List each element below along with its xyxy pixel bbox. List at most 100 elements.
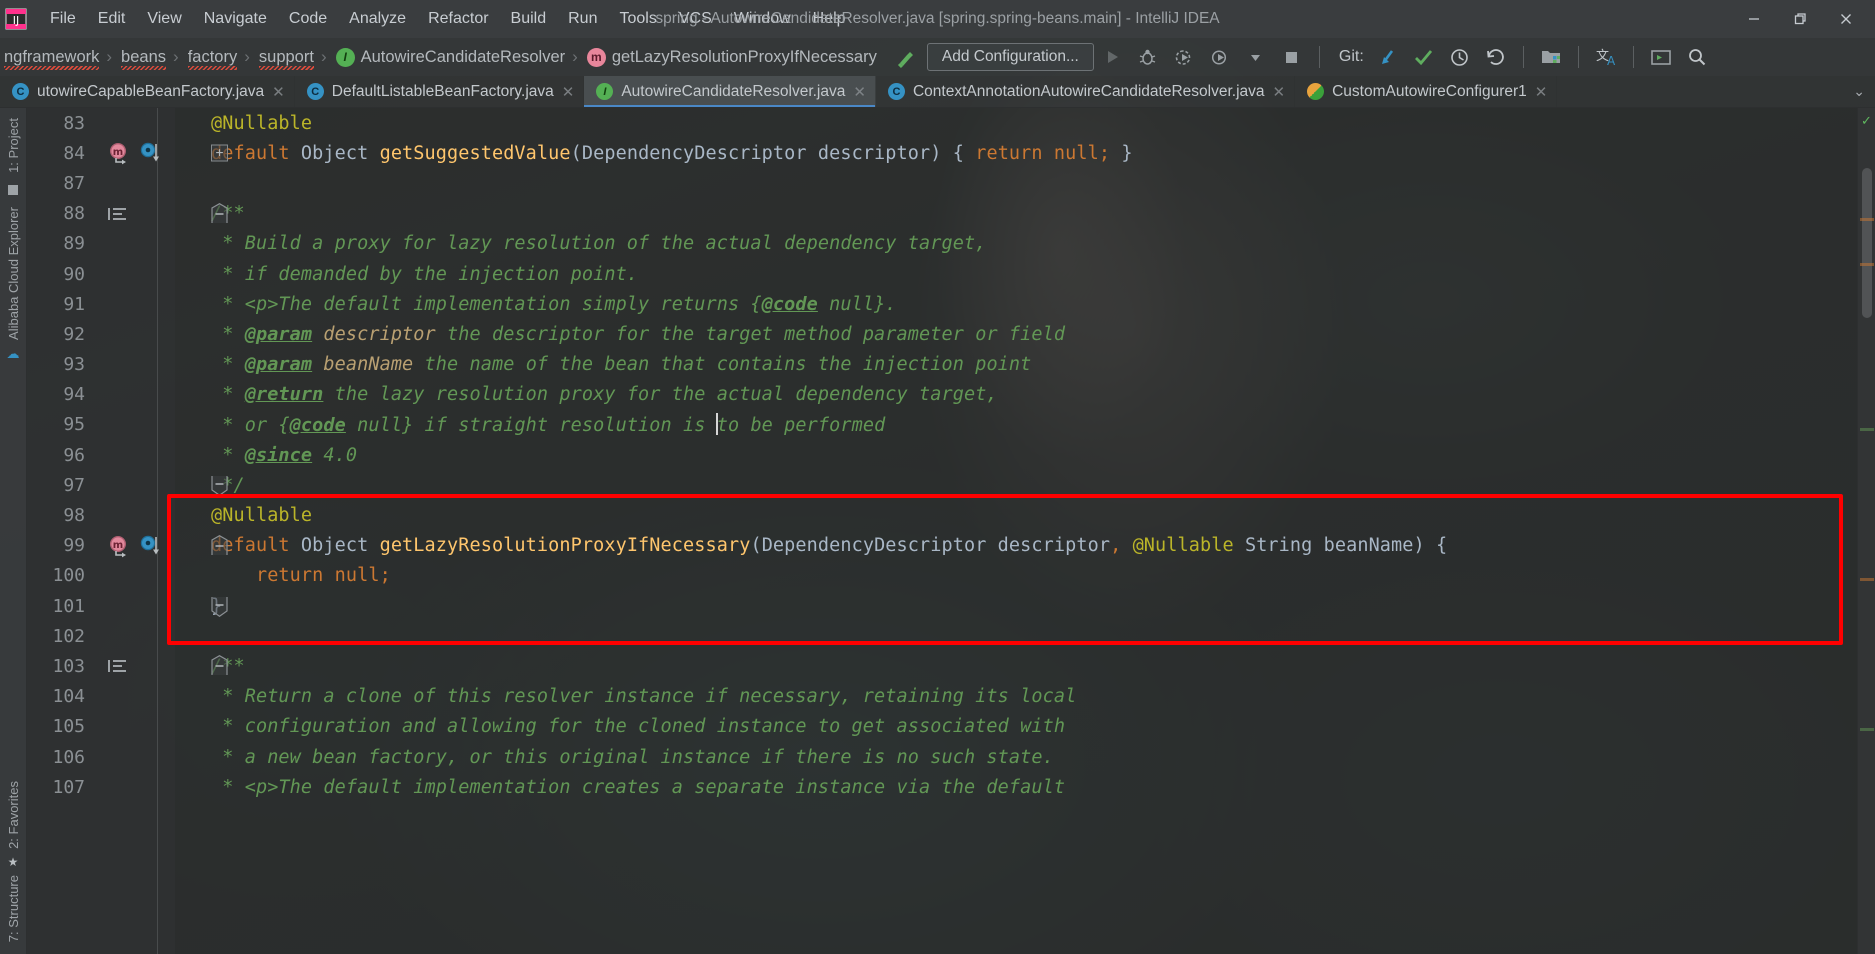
git-update-icon[interactable] xyxy=(1373,42,1403,72)
code-line[interactable]: 92 * @param descriptor the descriptor fo… xyxy=(27,319,1857,349)
fold-region-icon[interactable] xyxy=(211,655,228,676)
menu-refactor[interactable]: Refactor xyxy=(417,7,499,31)
method-override-icon[interactable]: m xyxy=(107,534,131,558)
code-line[interactable]: 103 /** xyxy=(27,651,1857,681)
menu-window[interactable]: Window xyxy=(723,7,802,31)
line-gutter[interactable] xyxy=(89,561,173,591)
editor-scrollbar-rail[interactable]: ✓ xyxy=(1857,108,1875,954)
tab-autowire-capable-bean-factory[interactable]: C utowireCapableBeanFactory.java ✕ xyxy=(0,76,295,107)
code-text[interactable]: * @param descriptor the descriptor for t… xyxy=(173,324,1065,345)
tab-close-icon[interactable]: ✕ xyxy=(1273,83,1286,101)
line-gutter[interactable] xyxy=(89,289,173,319)
menu-tools[interactable]: Tools xyxy=(608,7,667,31)
code-line[interactable]: 100 return null; xyxy=(27,561,1857,591)
run-with-coverage-icon[interactable] xyxy=(1169,42,1199,72)
code-line[interactable]: 89 * Build a proxy for lazy resolution o… xyxy=(27,229,1857,259)
build-hammer-icon[interactable] xyxy=(893,44,919,70)
breadcrumb-item-class[interactable]: I AutowireCandidateResolver xyxy=(332,46,568,69)
line-gutter[interactable]: m + xyxy=(89,138,228,168)
menu-help[interactable]: Help xyxy=(802,7,857,31)
profiler-icon[interactable] xyxy=(1205,42,1235,72)
code-text[interactable]: @Nullable xyxy=(173,113,312,134)
open-project-icon[interactable] xyxy=(1536,42,1566,72)
line-gutter[interactable] xyxy=(89,108,173,138)
code-text[interactable]: * Build a proxy for lazy resolution of t… xyxy=(173,233,986,254)
editor-scrollbar-thumb[interactable] xyxy=(1862,168,1872,318)
menu-navigate[interactable]: Navigate xyxy=(193,7,278,31)
tab-list-dropdown-icon[interactable]: ⌄ xyxy=(1843,76,1875,107)
line-gutter[interactable] xyxy=(89,410,173,440)
line-gutter[interactable] xyxy=(89,259,173,289)
implementation-icon[interactable] xyxy=(139,534,163,558)
code-line[interactable]: 98 @Nullable xyxy=(27,500,1857,530)
code-line[interactable]: 102 xyxy=(27,621,1857,651)
sidebar-item-alibaba-cloud-explorer[interactable]: Alibaba Cloud Explorer xyxy=(6,201,21,346)
breadcrumb-item-factory[interactable]: factory xyxy=(184,46,240,70)
menu-edit[interactable]: Edit xyxy=(87,7,137,31)
code-line[interactable]: 83 @Nullable xyxy=(27,108,1857,138)
code-text[interactable]: /** xyxy=(173,656,245,677)
breadcrumb-item-ngframework[interactable]: ngframework xyxy=(0,46,101,70)
tab-close-icon[interactable]: ✕ xyxy=(853,83,866,101)
code-line[interactable]: 101} xyxy=(27,591,1857,621)
tab-close-icon[interactable]: ✕ xyxy=(562,83,575,101)
sidebar-item-project[interactable]: 1: Project xyxy=(6,112,21,179)
line-gutter[interactable] xyxy=(89,470,228,500)
code-line[interactable]: 90 * if demanded by the injection point. xyxy=(27,259,1857,289)
code-text[interactable]: return null; xyxy=(173,565,391,586)
debug-icon[interactable] xyxy=(1133,42,1163,72)
code-text[interactable]: * @param beanName the name of the bean t… xyxy=(173,354,1031,375)
menu-file[interactable]: File xyxy=(39,7,87,31)
add-configuration-button[interactable]: Add Configuration... xyxy=(926,43,1094,71)
code-text[interactable]: default Object getSuggestedValue(Depende… xyxy=(173,143,1133,164)
code-line[interactable]: 107 * <p>The default implementation crea… xyxy=(27,772,1857,802)
code-text[interactable]: * a new bean factory, or this original i… xyxy=(173,747,1054,768)
minimize-button[interactable] xyxy=(1731,0,1777,38)
code-text[interactable]: * if demanded by the injection point. xyxy=(173,264,638,285)
code-line[interactable]: 93 * @param beanName the name of the bea… xyxy=(27,350,1857,380)
code-lines-container[interactable]: 83 @Nullable 84 m + default Object getSuggest… xyxy=(27,108,1857,802)
git-history-icon[interactable] xyxy=(1445,42,1475,72)
code-line[interactable]: 91 * <p>The default implementation simpl… xyxy=(27,289,1857,319)
breadcrumb[interactable]: ngframework › beans › factory › support … xyxy=(0,46,879,70)
window-controls[interactable] xyxy=(1731,0,1875,38)
code-line[interactable]: 87 xyxy=(27,168,1857,198)
menu-build[interactable]: Build xyxy=(500,7,558,31)
code-text[interactable]: * configuration and allowing for the clo… xyxy=(173,716,1065,737)
line-gutter[interactable] xyxy=(89,319,173,349)
code-editor[interactable]: 83 @Nullable 84 m + default Object getSuggest… xyxy=(27,108,1857,954)
fold-expand-icon[interactable]: + xyxy=(211,144,228,162)
line-gutter[interactable] xyxy=(89,168,173,198)
tab-default-listable-bean-factory[interactable]: C DefaultListableBeanFactory.java ✕ xyxy=(295,76,585,107)
line-gutter[interactable] xyxy=(89,350,173,380)
line-gutter[interactable] xyxy=(89,199,228,229)
menu-code[interactable]: Code xyxy=(278,7,338,31)
code-line[interactable]: 88 /** xyxy=(27,199,1857,229)
menu-run[interactable]: Run xyxy=(557,7,608,31)
code-line[interactable]: 95 * or {@code null} if straight resolut… xyxy=(27,410,1857,440)
method-override-icon[interactable]: m xyxy=(107,141,131,165)
run-icon[interactable] xyxy=(1097,42,1127,72)
code-line[interactable]: 96 * @since 4.0 xyxy=(27,440,1857,470)
close-button[interactable] xyxy=(1823,0,1869,38)
terminal-icon[interactable] xyxy=(1646,42,1676,72)
code-line[interactable]: 106 * a new bean factory, or this origin… xyxy=(27,742,1857,772)
javadoc-icon[interactable] xyxy=(107,658,129,674)
fold-region-icon[interactable] xyxy=(211,202,228,224)
line-gutter[interactable] xyxy=(89,712,173,742)
line-gutter[interactable] xyxy=(89,742,173,772)
menu-analyze[interactable]: Analyze xyxy=(338,7,417,31)
breadcrumb-item-method[interactable]: m getLazyResolutionProxyIfNecessary xyxy=(583,46,879,69)
code-text[interactable]: * Return a clone of this resolver instan… xyxy=(173,686,1076,707)
code-line[interactable]: 84 m + default Object getSuggestedValue(Dep… xyxy=(27,138,1857,168)
line-gutter[interactable] xyxy=(89,229,173,259)
code-text[interactable]: * or {@code null} if straight resolution… xyxy=(173,413,885,436)
line-gutter[interactable] xyxy=(89,772,173,802)
inspection-status-icon[interactable]: ✓ xyxy=(1861,113,1872,129)
breadcrumb-item-beans[interactable]: beans xyxy=(117,46,168,70)
breadcrumb-item-support[interactable]: support xyxy=(255,46,316,70)
line-gutter[interactable] xyxy=(89,501,173,531)
line-gutter[interactable] xyxy=(89,621,173,651)
code-line[interactable]: 94 * @return the lazy resolution proxy f… xyxy=(27,380,1857,410)
javadoc-icon[interactable] xyxy=(107,206,129,222)
